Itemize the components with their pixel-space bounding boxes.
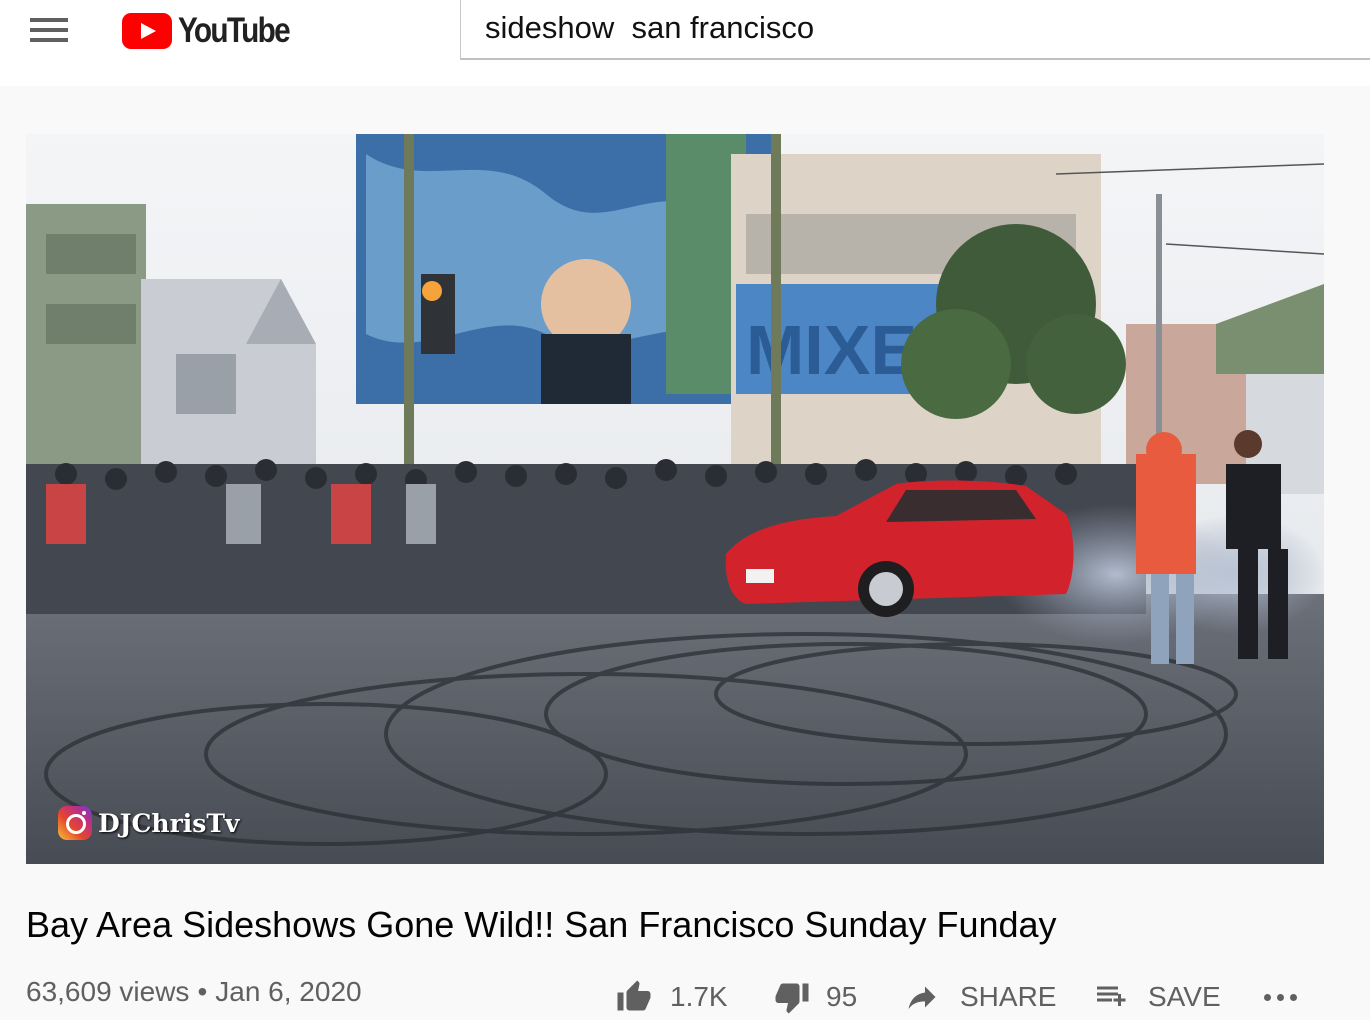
video-title: Bay Area Sideshows Gone Wild!! San Franc… [26,904,1057,945]
masthead: YouTube sideshow san francisco [0,0,1370,86]
more-actions-icon[interactable] [1264,994,1303,1001]
video-player[interactable]: MIXED DJChrisTv [26,134,1324,864]
playlist-add-icon [1097,986,1126,1006]
search-input[interactable]: sideshow san francisco [485,10,1345,50]
channel-watermark: DJChrisTv [58,806,239,840]
play-logo-icon [122,13,172,49]
logo-text: YouTube [178,11,291,50]
thumbs-up-icon [617,980,651,1011]
watermark-text: DJChrisTv [98,808,240,838]
like-button[interactable]: 1.7K [614,974,728,1020]
share-label: SHARE [960,981,1057,1012]
save-button[interactable]: SAVE [1092,974,1221,1020]
search-box[interactable]: sideshow san francisco [460,0,1370,60]
action-bar: 1.7K 95 SHARE SAVE [0,974,1370,1020]
share-button[interactable]: SHARE [902,974,1056,1020]
share-arrow-icon [908,986,936,1009]
youtube-logo[interactable]: YouTube [122,11,309,50]
dislike-count: 95 [826,981,858,1012]
thumbs-down-icon [775,983,809,1014]
hamburger-menu-icon[interactable] [30,18,70,44]
video-frame: MIXED [26,134,1324,864]
save-label: SAVE [1148,981,1221,1012]
instagram-icon [58,806,92,840]
dislike-button[interactable]: 95 [772,974,857,1020]
like-count: 1.7K [670,981,728,1012]
